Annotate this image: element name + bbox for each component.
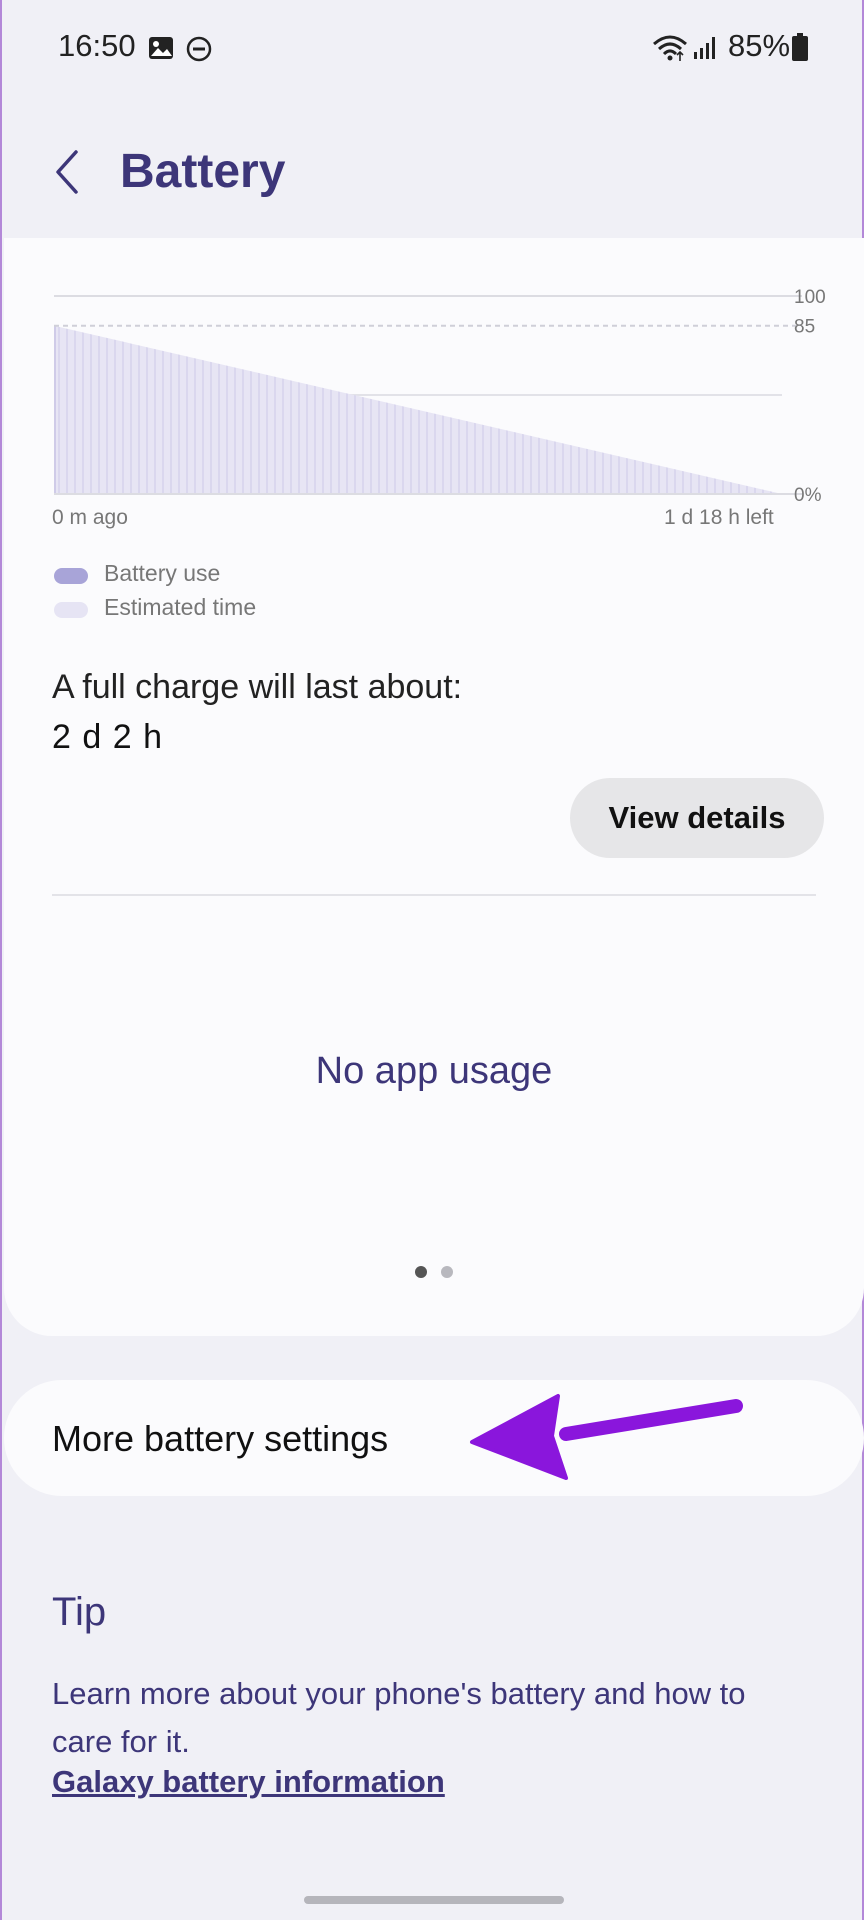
image-icon <box>149 37 173 59</box>
page-indicator-dot-2[interactable] <box>441 1266 453 1278</box>
full-charge-value: 2 d 2 h <box>52 718 163 756</box>
home-indicator[interactable] <box>304 1896 564 1904</box>
full-charge-label: A full charge will last about: <box>52 668 463 706</box>
more-battery-settings-label: More battery settings <box>52 1418 389 1459</box>
status-time: 16:50 <box>58 28 136 63</box>
x-end-label: 1 d 18 h left <box>664 506 774 529</box>
legend-swatch-battery-use <box>54 568 88 584</box>
chevron-left-icon <box>56 150 78 194</box>
dnd-icon <box>186 36 212 62</box>
wifi-icon <box>653 35 687 61</box>
page-indicator-dot-1[interactable] <box>415 1266 427 1278</box>
divider <box>52 894 816 896</box>
legend-label-battery-use: Battery use <box>104 560 221 586</box>
tip-text: Learn more about your phone's battery an… <box>52 1676 746 1759</box>
view-details-button[interactable]: View details <box>570 778 824 858</box>
x-start-label: 0 m ago <box>52 506 128 529</box>
tip-title: Tip <box>52 1590 107 1634</box>
y-tick-label: 0% <box>794 485 822 506</box>
signal-icon <box>694 37 715 59</box>
back-button[interactable] <box>48 146 88 198</box>
y-tick-label: 100 <box>794 287 826 308</box>
y-tick-label: 85 <box>794 317 815 338</box>
battery-percent: 85% <box>728 28 791 63</box>
battery-icon <box>792 33 808 61</box>
no-app-usage-text: No app usage <box>315 1050 553 1092</box>
battery-use-marker <box>54 325 56 494</box>
estimated-time-area <box>54 325 782 494</box>
galaxy-battery-info-link[interactable]: Galaxy battery information <box>52 1764 445 1800</box>
page-title: Battery <box>120 145 286 198</box>
legend-label-estimated-time: Estimated time <box>104 594 257 620</box>
annotation-arrow-icon <box>470 1394 743 1480</box>
legend-swatch-estimated-time <box>54 602 88 618</box>
